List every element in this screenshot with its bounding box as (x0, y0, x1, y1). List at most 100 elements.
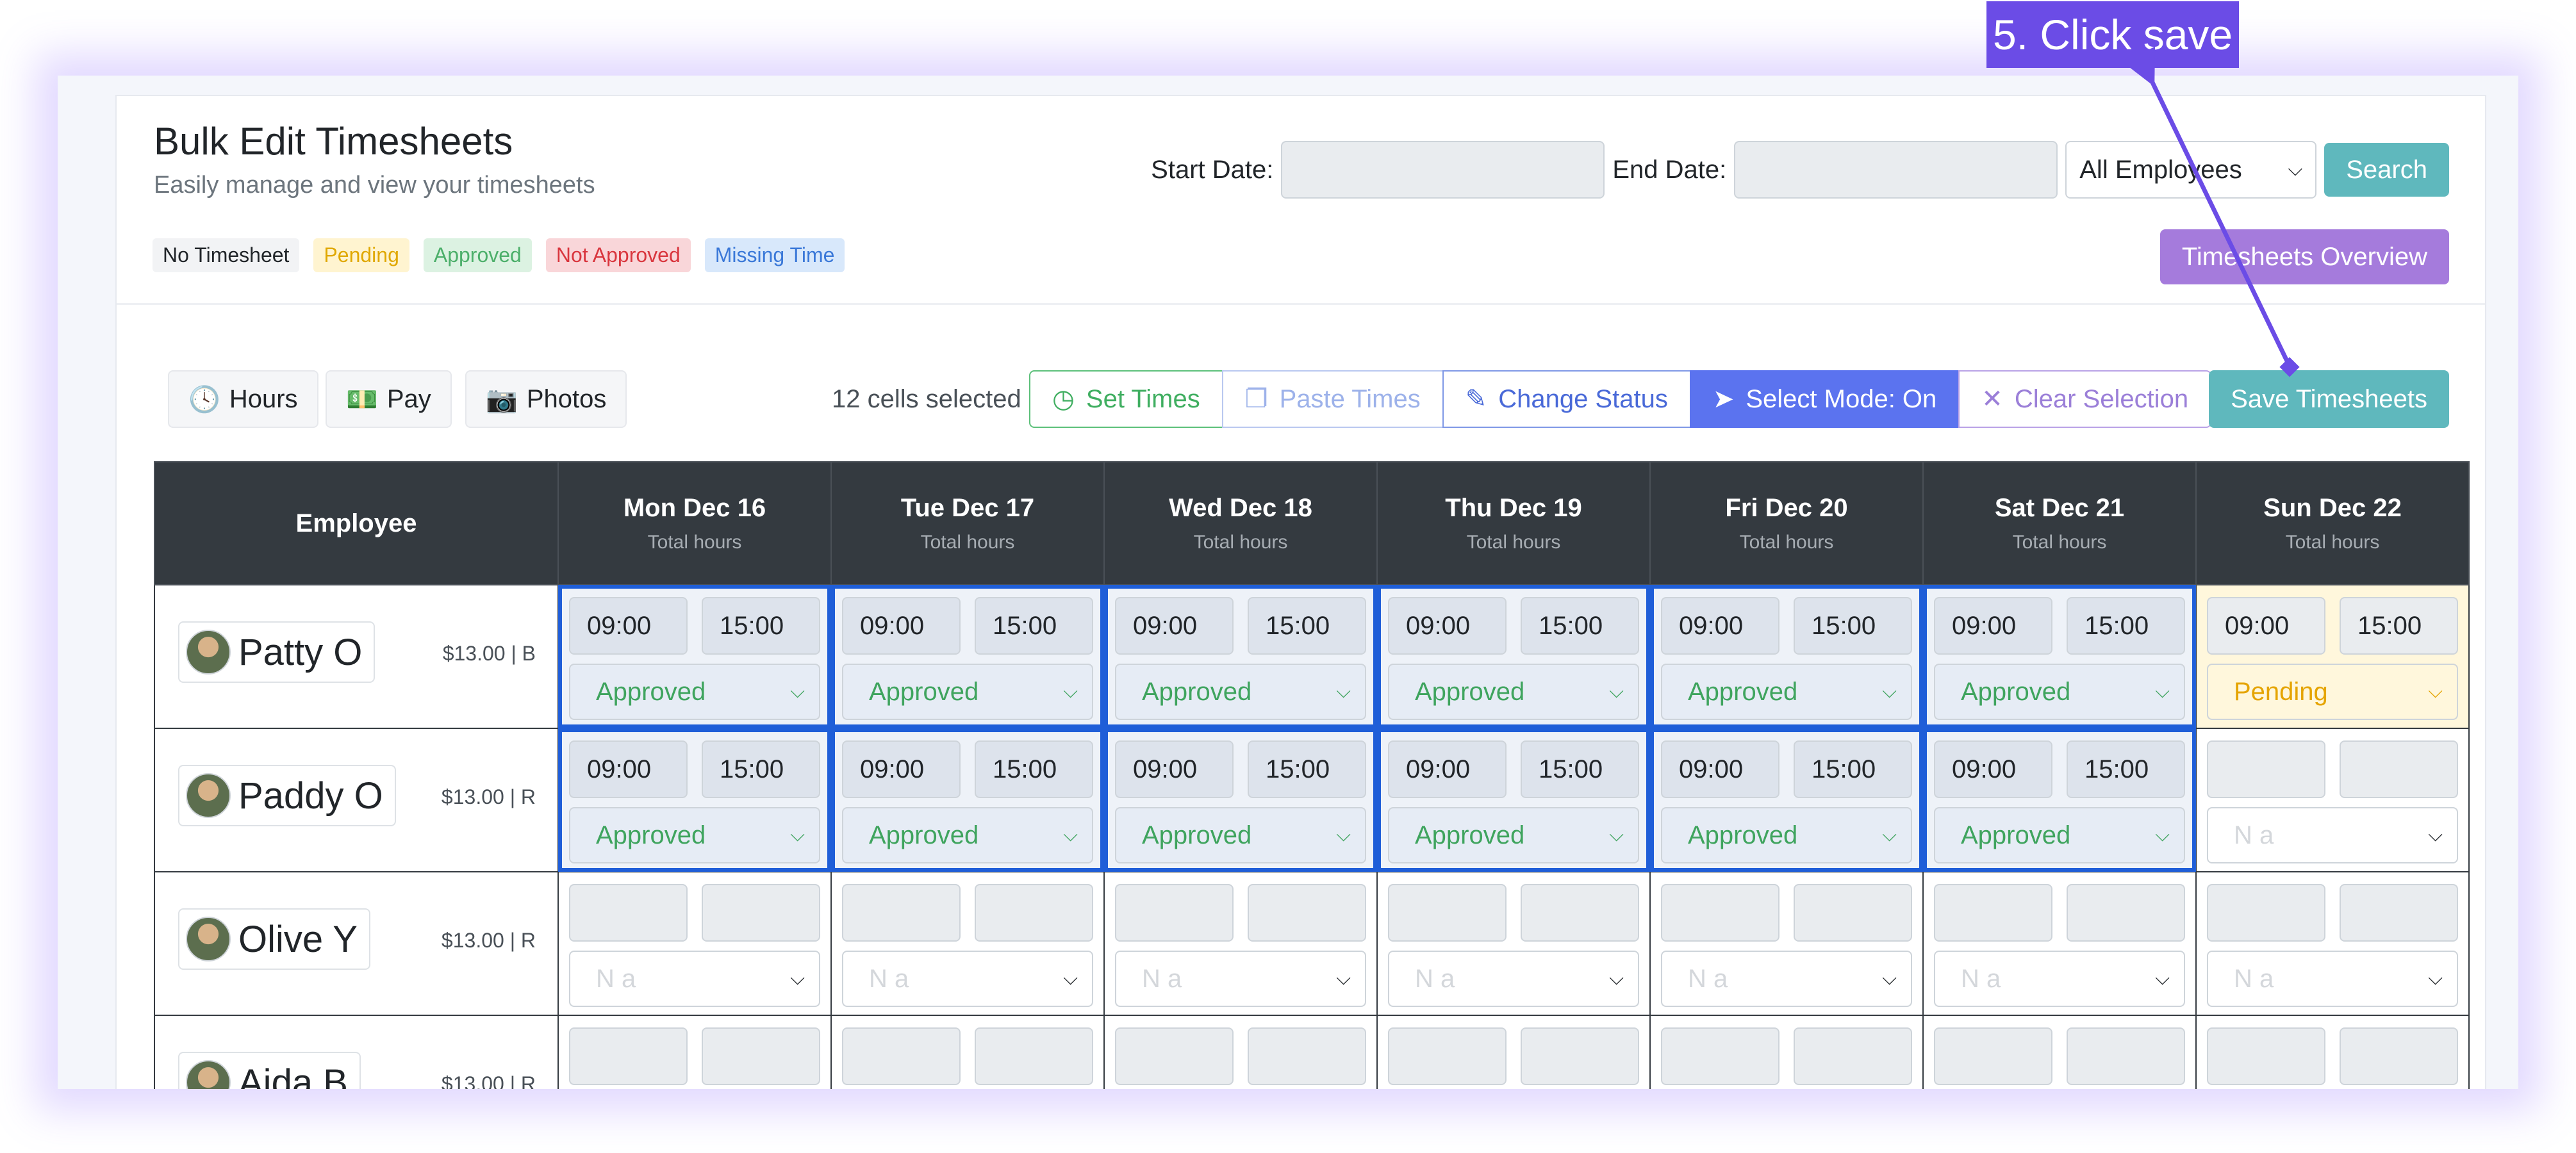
end-time-input[interactable]: 15:00 (1521, 740, 1639, 798)
end-time-input[interactable] (2067, 1027, 2185, 1085)
start-time-input[interactable] (1115, 1027, 1234, 1085)
start-time-input[interactable]: 09:00 (1388, 597, 1507, 655)
pay-view-button[interactable]: 💵 Pay (326, 370, 452, 428)
end-time-input[interactable]: 15:00 (1248, 597, 1366, 655)
status-select[interactable]: N a ⌵ (842, 951, 1093, 1007)
status-select[interactable]: N a ⌵ (2207, 951, 2458, 1007)
timesheet-cell[interactable]: N a⌵ (830, 871, 1105, 1016)
status-select[interactable]: N a ⌵ (1388, 951, 1639, 1007)
timesheets-overview-button[interactable]: Timesheets Overview (2159, 229, 2449, 284)
start-time-input[interactable]: 09:00 (569, 597, 688, 655)
status-select[interactable]: Approved ⌵ (569, 664, 820, 720)
start-time-input[interactable]: 09:00 (842, 740, 961, 798)
status-select[interactable]: Approved ⌵ (1934, 807, 2185, 863)
search-button[interactable]: Search (2324, 143, 2449, 197)
end-time-input[interactable]: 15:00 (702, 597, 820, 655)
start-date-input[interactable] (1281, 141, 1605, 199)
end-time-input[interactable]: 15:00 (1248, 740, 1366, 798)
start-time-input[interactable]: 09:00 (569, 740, 688, 798)
end-time-input[interactable]: 15:00 (975, 740, 1093, 798)
status-select[interactable]: Approved ⌵ (1661, 807, 1912, 863)
start-time-input[interactable] (2207, 884, 2325, 942)
timesheet-cell[interactable]: 09:00 15:00 Approved ⌵ (1376, 584, 1651, 729)
end-date-input[interactable] (1734, 141, 2058, 199)
end-time-input[interactable] (1521, 884, 1639, 942)
timesheet-cell[interactable]: 09:00 15:00 Approved ⌵ (830, 584, 1105, 729)
timesheet-cell[interactable]: 09:00 15:00 Pending ⌵ (2195, 584, 2470, 729)
start-time-input[interactable] (1934, 884, 2052, 942)
end-time-input[interactable] (975, 884, 1093, 942)
start-time-input[interactable]: 09:00 (2207, 597, 2325, 655)
timesheet-cell[interactable]: 09:00 15:00 Approved ⌵ (1922, 728, 2197, 872)
timesheet-cell[interactable]: N a⌵ (557, 871, 832, 1016)
end-time-input[interactable] (2340, 1027, 2458, 1085)
timesheet-cell[interactable]: N a⌵ (557, 1015, 832, 1089)
status-select[interactable]: Approved ⌵ (842, 807, 1093, 863)
status-select[interactable]: Pending ⌵ (2207, 664, 2458, 720)
timesheet-cell[interactable]: 09:00 15:00 Approved ⌵ (830, 728, 1105, 872)
timesheet-cell[interactable]: N a⌵ (1649, 1015, 1924, 1089)
timesheet-cell[interactable]: N a⌵ (1922, 1015, 2197, 1089)
start-time-input[interactable] (569, 884, 688, 942)
start-time-input[interactable]: 09:00 (1661, 740, 1779, 798)
end-time-input[interactable] (702, 1027, 820, 1085)
status-select[interactable]: N a ⌵ (1661, 951, 1912, 1007)
start-time-input[interactable] (2207, 1027, 2325, 1085)
timesheet-cell[interactable]: 09:00 15:00 Approved ⌵ (1922, 584, 2197, 729)
end-time-input[interactable]: 15:00 (1794, 740, 1912, 798)
timesheet-cell[interactable]: N a⌵ (1376, 1015, 1651, 1089)
employee-select[interactable]: All Employees ⌵ (2065, 141, 2317, 199)
timesheet-cell[interactable]: 09:00 15:00 Approved ⌵ (1103, 728, 1378, 872)
status-select[interactable]: Approved ⌵ (1115, 664, 1366, 720)
start-time-input[interactable] (2207, 740, 2325, 798)
start-time-input[interactable]: 09:00 (1934, 740, 2052, 798)
status-select[interactable]: Approved ⌵ (1388, 807, 1639, 863)
start-time-input[interactable] (1934, 1027, 2052, 1085)
end-time-input[interactable] (1248, 1027, 1366, 1085)
start-time-input[interactable]: 09:00 (1388, 740, 1507, 798)
status-select[interactable]: N a ⌵ (2207, 807, 2458, 863)
photos-view-button[interactable]: 📷 Photos (465, 370, 627, 428)
timesheet-cell[interactable]: N a⌵ (830, 1015, 1105, 1089)
timesheet-cell[interactable]: 09:00 15:00 Approved ⌵ (1649, 584, 1924, 729)
end-time-input[interactable] (1794, 1027, 1912, 1085)
select-mode-button[interactable]: ➤ Select Mode: On (1689, 370, 1960, 428)
employee-chip[interactable]: Aida B (178, 1052, 361, 1089)
timesheet-cell[interactable]: 09:00 15:00 Approved ⌵ (1649, 728, 1924, 872)
save-timesheets-button[interactable]: Save Timesheets (2209, 370, 2449, 428)
end-time-input[interactable] (1248, 884, 1366, 942)
timesheet-cell[interactable]: N a⌵ (2195, 871, 2470, 1016)
end-time-input[interactable]: 15:00 (2340, 597, 2458, 655)
timesheet-cell[interactable]: N a⌵ (1376, 871, 1651, 1016)
start-time-input[interactable]: 09:00 (1115, 597, 1234, 655)
status-select[interactable]: Approved ⌵ (1934, 664, 2185, 720)
start-time-input[interactable]: 09:00 (1661, 597, 1779, 655)
status-select[interactable]: Approved ⌵ (842, 664, 1093, 720)
timesheet-cell[interactable]: N a⌵ (2195, 1015, 2470, 1089)
employee-chip[interactable]: Olive Y (178, 908, 370, 970)
end-time-input[interactable]: 15:00 (2067, 740, 2185, 798)
clear-selection-button[interactable]: ✕ Clear Selection (1958, 370, 2212, 428)
start-time-input[interactable] (1388, 884, 1507, 942)
start-time-input[interactable]: 09:00 (1115, 740, 1234, 798)
end-time-input[interactable]: 15:00 (1521, 597, 1639, 655)
start-time-input[interactable] (1661, 1027, 1779, 1085)
paste-times-button[interactable]: ❐ Paste Times (1221, 370, 1444, 428)
start-time-input[interactable] (1115, 884, 1234, 942)
start-time-input[interactable] (569, 1027, 688, 1085)
set-times-button[interactable]: ◷ Set Times (1029, 370, 1223, 428)
start-time-input[interactable]: 09:00 (842, 597, 961, 655)
timesheet-cell[interactable]: N a⌵ (1649, 871, 1924, 1016)
end-time-input[interactable] (702, 884, 820, 942)
end-time-input[interactable] (1794, 884, 1912, 942)
end-time-input[interactable]: 15:00 (2067, 597, 2185, 655)
end-time-input[interactable] (1521, 1027, 1639, 1085)
end-time-input[interactable] (2067, 884, 2185, 942)
end-time-input[interactable] (975, 1027, 1093, 1085)
change-status-button[interactable]: ✎ Change Status (1442, 370, 1691, 428)
timesheet-cell[interactable]: N a⌵ (2195, 728, 2470, 872)
end-time-input[interactable]: 15:00 (1794, 597, 1912, 655)
status-select[interactable]: Approved ⌵ (1115, 807, 1366, 863)
timesheet-cell[interactable]: N a⌵ (1103, 1015, 1378, 1089)
hours-view-button[interactable]: 🕓 Hours (168, 370, 318, 428)
